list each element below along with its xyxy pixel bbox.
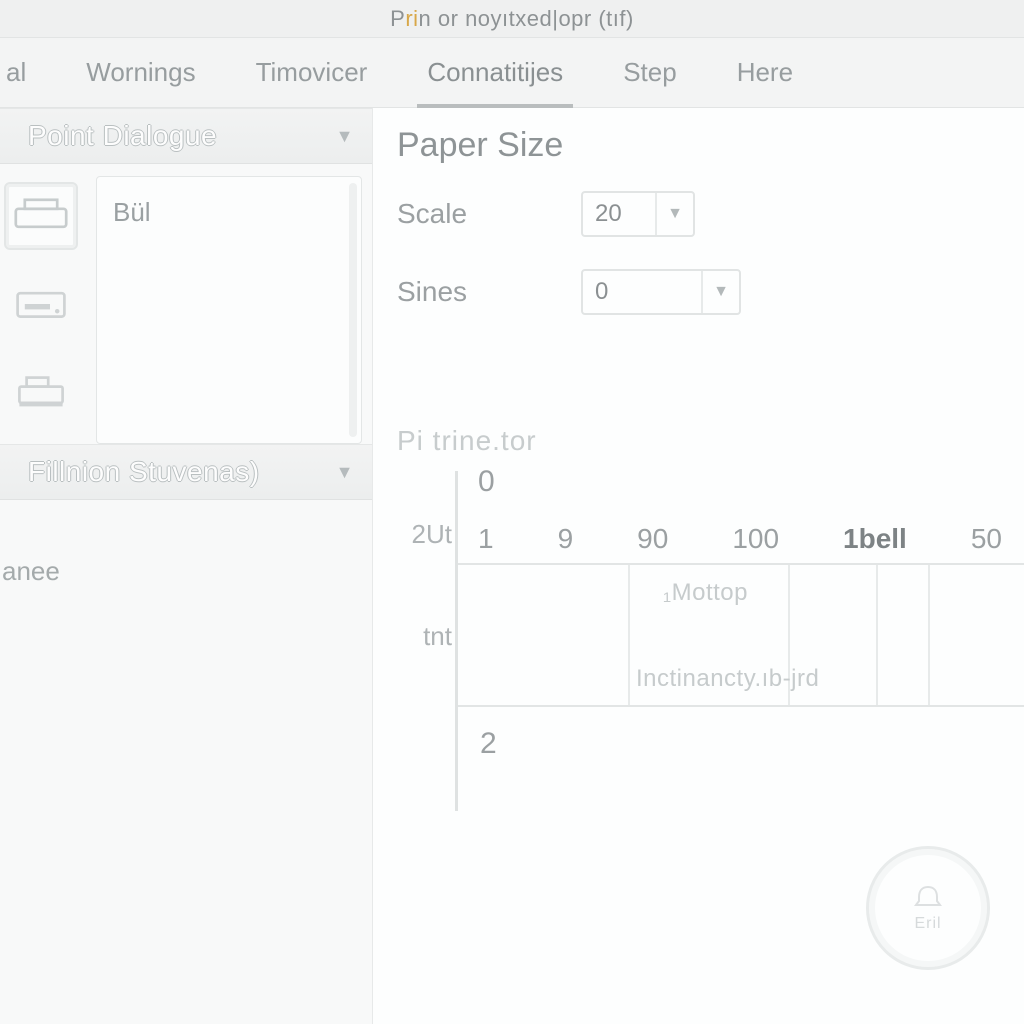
ruler-two: 2: [480, 727, 497, 761]
tool-palette: [0, 176, 82, 444]
ruler-row-2-label: tnt: [400, 621, 452, 652]
tab-connatitijes[interactable]: Connatitijes: [421, 57, 569, 88]
ruler-gridline: [928, 565, 930, 705]
tab-timovicer[interactable]: Timovicer: [250, 57, 374, 88]
panel-fillnion-title: Fillnion Stuvenas): [28, 456, 260, 488]
window-titlebar: Prin or noyıtxed|opr (tıf): [0, 0, 1024, 38]
title-rest: n or noyıtxed|opr (tıf): [419, 6, 634, 31]
list-item[interactable]: anee: [2, 556, 372, 587]
sines-combo[interactable]: ▼: [581, 269, 741, 315]
ruler-annotation-bot: Inctinancty.ıb-jrd: [636, 665, 819, 693]
printer-wide-icon: [14, 194, 68, 238]
panel-fillnion-header[interactable]: Fillnion Stuvenas) ▼: [0, 444, 372, 500]
ruler-tick: 100: [732, 523, 779, 555]
sines-label: Sines: [397, 276, 557, 308]
scale-input[interactable]: [583, 200, 655, 228]
printer-desk-icon: [14, 370, 68, 414]
printer-flat-icon: [14, 282, 68, 326]
tool-device-small[interactable]: [4, 358, 78, 426]
tab-wornings[interactable]: Wornings: [80, 57, 201, 88]
ruler-tick: 1: [478, 523, 494, 555]
title-accent: ri: [405, 6, 418, 31]
section-paper-size-title: Paper Size: [397, 126, 1024, 165]
ruler-band: ₁Mottop Inctinancty.ıb-jrd: [458, 563, 1024, 707]
ruler-annotation-top: ₁Mottop: [663, 579, 748, 607]
stamp-badge: Eril: [866, 846, 990, 970]
title-prefix: P: [390, 6, 405, 31]
ruler-tick: 50: [971, 523, 1002, 555]
chevron-down-icon: ▼: [336, 462, 354, 483]
ruler-tick: 9: [558, 523, 574, 555]
tab-step[interactable]: Step: [617, 57, 683, 88]
ruler-tick: 1bell: [843, 523, 907, 555]
ruler-subhead: Pi trine.tor: [397, 425, 1024, 457]
list-item[interactable]: Bül: [113, 197, 345, 228]
tool-device-large[interactable]: [4, 182, 78, 250]
ruler-row-1-label: 2Ut: [400, 519, 452, 550]
sines-input[interactable]: [583, 278, 701, 306]
chevron-down-icon: ▼: [336, 126, 354, 147]
tab-al[interactable]: al: [0, 57, 32, 88]
ruler-zero: 0: [478, 465, 495, 499]
chevron-down-icon[interactable]: ▼: [655, 193, 693, 235]
ruler-gridline: [876, 565, 878, 705]
scale-combo[interactable]: ▼: [581, 191, 695, 237]
tool-device-mid[interactable]: [4, 270, 78, 338]
chevron-down-icon[interactable]: ▼: [701, 271, 739, 313]
ruler-tick: 90: [637, 523, 668, 555]
tab-here[interactable]: Here: [731, 57, 799, 88]
stamp-label: Eril: [914, 915, 941, 933]
ruler-tick-row: 1 9 90 100 1bell 50 100: [478, 523, 1024, 555]
ruler-grid: 0 2Ut tnt 1 9 90 100 1bell 50 100 ₁Motto…: [455, 471, 1024, 811]
device-list[interactable]: Bül: [96, 176, 362, 444]
bell-icon: [908, 883, 948, 913]
panel-point-dialogue-title: Point Dialogue: [28, 120, 217, 152]
tab-strip: al Wornings Timovicer Connatitijes Step …: [0, 38, 1024, 108]
panel-point-dialogue-header[interactable]: Point Dialogue ▼: [0, 108, 372, 164]
ruler-gridline: [628, 565, 630, 705]
scale-label: Scale: [397, 198, 557, 230]
